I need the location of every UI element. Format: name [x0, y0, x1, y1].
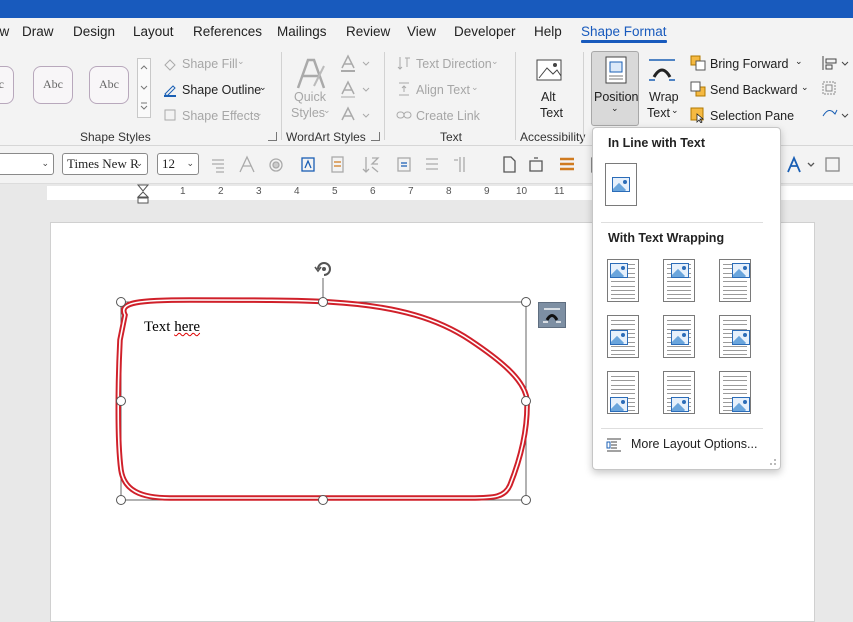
text-line: [723, 324, 747, 326]
picture-icon: [671, 263, 689, 278]
text-line: [723, 354, 747, 356]
text-line: [611, 345, 635, 347]
shape-text[interactable]: Text here: [144, 319, 200, 336]
resize-handle-s[interactable]: [318, 495, 328, 505]
text-line: [667, 294, 691, 296]
position-top-center-option[interactable]: [663, 259, 695, 302]
wrapping-header: With Text Wrapping: [608, 231, 725, 245]
text-line: [611, 393, 635, 395]
text-line: [723, 384, 747, 386]
separator: [601, 428, 763, 429]
text-line: [667, 376, 691, 377]
text-line: [723, 320, 747, 321]
text-line: [723, 376, 747, 377]
text-line: [667, 388, 691, 390]
text-line: [723, 281, 747, 283]
text-line: [667, 384, 691, 386]
picture-icon: [671, 397, 689, 412]
rotate-handle-icon[interactable]: [313, 258, 335, 280]
resize-handle-nw[interactable]: [116, 297, 126, 307]
resize-handle-e[interactable]: [521, 396, 531, 406]
layout-options-button[interactable]: [538, 302, 566, 328]
more-layout-options[interactable]: More Layout Options...: [631, 437, 757, 451]
text-line: [611, 376, 635, 377]
separator: [601, 222, 763, 223]
picture-icon: [610, 330, 628, 345]
picture-icon: [732, 330, 750, 345]
position-top-left-option[interactable]: [607, 259, 639, 302]
position-bottom-right-option[interactable]: [719, 371, 751, 414]
picture-icon: [610, 263, 628, 278]
text-line: [667, 354, 691, 356]
resize-handle-se[interactable]: [521, 495, 531, 505]
text-line: [667, 298, 691, 300]
resize-handle-w[interactable]: [116, 396, 126, 406]
picture-icon: [610, 397, 628, 412]
resize-handle-ne[interactable]: [521, 297, 531, 307]
text-line: [611, 350, 635, 352]
text-line: [611, 380, 635, 382]
text-line: [611, 294, 635, 296]
resize-handle-n[interactable]: [318, 297, 328, 307]
layout-options-icon: [543, 308, 561, 323]
text-line: [611, 320, 635, 321]
text-line: [611, 285, 635, 287]
text-line: [723, 285, 747, 287]
position-dropdown: In Line with Text With Text Wrapping Mor…: [592, 127, 781, 470]
layout-options-list-icon: [606, 438, 621, 452]
picture-icon: [671, 330, 689, 345]
text-line: [667, 350, 691, 352]
picture-icon: [732, 263, 750, 278]
shape-text-word2: here: [174, 319, 201, 335]
picture-icon: [612, 177, 630, 192]
position-middle-right-option[interactable]: [719, 315, 751, 358]
position-bottom-center-option[interactable]: [663, 371, 695, 414]
text-line: [723, 350, 747, 352]
text-line: [723, 294, 747, 296]
resize-handle-sw[interactable]: [116, 495, 126, 505]
text-line: [667, 380, 691, 382]
text-line: [611, 298, 635, 300]
resize-grip-icon[interactable]: [769, 458, 777, 466]
position-middle-left-option[interactable]: [607, 315, 639, 358]
text-line: [611, 324, 635, 326]
position-bottom-left-option[interactable]: [607, 371, 639, 414]
shape-text-word1: Text: [144, 319, 171, 335]
text-line: [723, 289, 747, 291]
picture-icon: [732, 397, 750, 412]
text-line: [667, 320, 691, 321]
position-inline-option[interactable]: [605, 163, 637, 206]
text-line: [611, 388, 635, 390]
text-line: [723, 393, 747, 395]
text-line: [667, 285, 691, 287]
position-middle-center-option[interactable]: [663, 315, 695, 358]
text-line: [667, 324, 691, 326]
text-line: [611, 289, 635, 291]
position-top-right-option[interactable]: [719, 259, 751, 302]
text-line: [667, 393, 691, 395]
text-line: [611, 384, 635, 386]
inline-header: In Line with Text: [608, 136, 705, 150]
text-line: [667, 281, 691, 283]
text-line: [611, 281, 635, 283]
text-line: [667, 289, 691, 291]
text-line: [723, 380, 747, 382]
text-line: [611, 354, 635, 356]
text-line: [667, 345, 691, 347]
text-line: [723, 345, 747, 347]
text-line: [723, 388, 747, 390]
text-line: [723, 298, 747, 300]
